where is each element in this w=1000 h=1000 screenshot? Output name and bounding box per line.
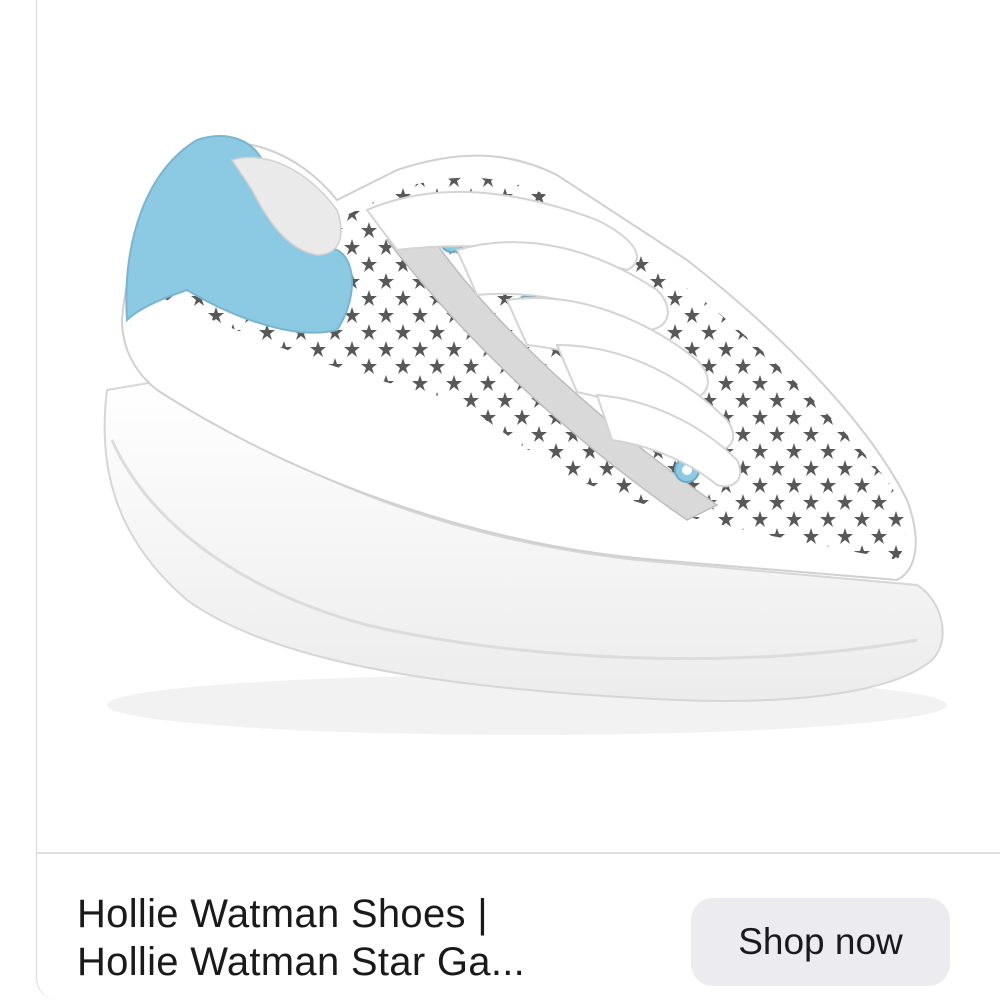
product-card[interactable]: Hollie Watman Shoes | Hollie Watman Star… xyxy=(36,0,1000,1000)
shop-now-button[interactable]: Shop now xyxy=(691,898,950,986)
product-image[interactable] xyxy=(37,0,1000,852)
card-footer: Hollie Watman Shoes | Hollie Watman Star… xyxy=(37,854,1000,1000)
product-title[interactable]: Hollie Watman Shoes | Hollie Watman Star… xyxy=(77,890,677,986)
product-title-line-1: Hollie Watman Shoes | xyxy=(77,892,488,936)
sneaker-illustration xyxy=(103,135,947,735)
product-title-line-2: Hollie Watman Star Ga... xyxy=(77,940,526,984)
